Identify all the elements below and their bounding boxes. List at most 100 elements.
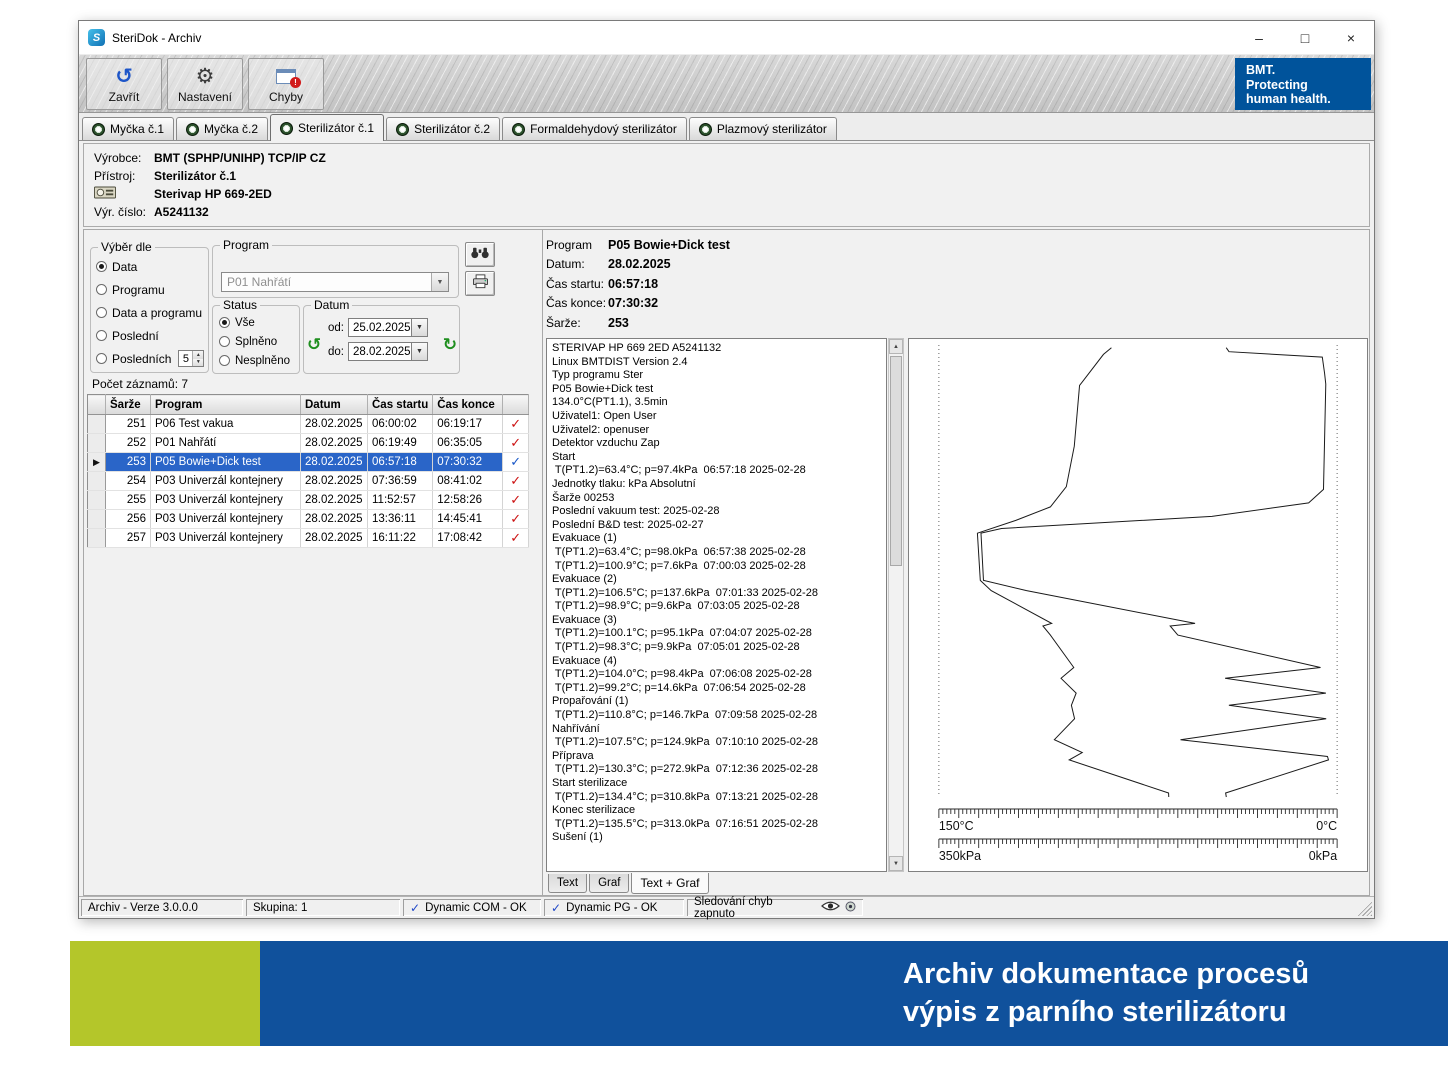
cell-datum: 28.02.2025 <box>301 453 368 472</box>
banner: Archiv dokumentace procesů výpis z parní… <box>70 941 1448 1046</box>
vyr-cislo-label: Výr. číslo: <box>94 205 154 219</box>
settings-button[interactable]: ⚙ Nastavení <box>167 58 243 110</box>
table-row-252[interactable]: 252P01 Nahřátí28.02.202506:19:4906:35:05… <box>88 434 529 453</box>
view-tab-text-graf[interactable]: Text + Graf <box>631 873 708 894</box>
device-tab-steriliz-tor-1[interactable]: Sterilizátor č.1 <box>270 114 384 141</box>
log-line: Evakuace (2) <box>552 573 886 587</box>
view-tab-graf[interactable]: Graf <box>589 874 629 893</box>
program-combobox[interactable]: P01 Nahřátí ▼ <box>221 272 449 292</box>
scroll-up-icon[interactable]: ▲ <box>889 339 903 354</box>
vyber-dle-legend: Výběr dle <box>98 240 155 254</box>
spin-down-icon[interactable]: ▼ <box>193 359 203 367</box>
device-tab-plazmov-steriliz-tor[interactable]: Plazmový sterilizátor <box>689 117 837 140</box>
status-text: Dynamic COM - OK <box>425 902 527 914</box>
device-tab-my-ka-1[interactable]: Myčka č.1 <box>82 117 174 140</box>
table-row-253[interactable]: ▶253P05 Bowie+Dick test28.02.202506:57:1… <box>88 453 529 472</box>
radio-vyber-posledn[interactable]: Poslední <box>96 326 205 345</box>
date-from-field[interactable]: 25.02.2025 ▼ <box>348 318 428 337</box>
radio-status-v-e[interactable]: Vše <box>219 314 297 331</box>
radio-vyber-programu[interactable]: Programu <box>96 280 205 299</box>
log-line: Konec sterilizace <box>552 804 886 818</box>
column-header-datum[interactable]: Datum <box>301 395 368 415</box>
column-header-as-konce[interactable]: Čas konce <box>433 395 503 415</box>
table-row-251[interactable]: 251P06 Test vakua28.02.202506:00:0206:19… <box>88 415 529 434</box>
table-row-256[interactable]: 256P03 Univerzál kontejnery28.02.202513:… <box>88 510 529 529</box>
radio-vyber-posledn-ch[interactable]: Posledních5▲▼ <box>96 349 205 368</box>
cell-konec: 06:35:05 <box>433 434 503 453</box>
date-back-refresh-icon[interactable]: ↺ <box>307 336 321 353</box>
chevron-down-icon[interactable]: ▼ <box>412 342 428 361</box>
table-row-255[interactable]: 255P03 Univerzál kontejnery28.02.202511:… <box>88 491 529 510</box>
chevron-down-icon[interactable]: ▼ <box>431 273 448 291</box>
vyber-dle-group: Výběr dle Data Programu Data a programu Pos… <box>90 240 209 373</box>
radio-status-spln-no[interactable]: Splněno <box>219 333 297 350</box>
poslednich-count-spinner[interactable]: 5▲▼ <box>178 350 204 367</box>
device-tab-formaldehydov-steriliz-tor[interactable]: Formaldehydový sterilizátor <box>502 117 687 140</box>
cell-start: 06:19:49 <box>368 434 433 453</box>
date-to-field[interactable]: 28.02.2025 ▼ <box>348 342 428 361</box>
gear-icon: ⚙ <box>196 64 215 88</box>
radio-label: Vše <box>235 317 255 329</box>
date-from-value[interactable]: 25.02.2025 <box>348 318 412 337</box>
view-tab-text[interactable]: Text <box>548 874 587 893</box>
log-line: Detektor vzduchu Zap <box>552 437 886 451</box>
info-panel: Výrobce: BMT (SPHP/UNIHP) TCP/IP CZ Přís… <box>83 143 1370 227</box>
row-marker <box>88 415 106 434</box>
search-button[interactable] <box>465 242 495 267</box>
cell-datum: 28.02.2025 <box>301 491 368 510</box>
device-tab-steriliz-tor-2[interactable]: Sterilizátor č.2 <box>386 117 500 140</box>
errors-button[interactable]: ! Chyby <box>248 58 324 110</box>
radio-vyber-data[interactable]: Data <box>96 257 205 276</box>
scrollbar-thumb[interactable] <box>890 356 902 566</box>
log-line: Poslední B&D test: 2025-02-27 <box>552 519 886 533</box>
cell-program: P01 Nahřátí <box>151 434 301 453</box>
error-window-icon: ! <box>276 64 296 88</box>
check-icon: ✓ <box>503 510 529 529</box>
scroll-down-icon[interactable]: ▼ <box>889 856 903 871</box>
column-header-as-startu[interactable]: Čas startu <box>368 395 433 415</box>
process-log[interactable]: STERIVAP HP 669 2ED A5241132Linux BMTDIS… <box>546 338 887 872</box>
vyber-dle-options: Data Programu Data a programu Poslední Posle… <box>96 257 205 368</box>
app-icon: S <box>88 29 105 46</box>
column-header-ar-e[interactable]: Šarže <box>106 395 151 415</box>
banner-line1: Archiv dokumentace procesů <box>903 955 1309 993</box>
cell-start: 06:57:18 <box>368 453 433 472</box>
cell-program: P03 Univerzál kontejnery <box>151 529 301 548</box>
table-row-257[interactable]: 257P03 Univerzál kontejnery28.02.202516:… <box>88 529 529 548</box>
print-button[interactable] <box>465 271 495 296</box>
device-tab-label: Formaldehydový sterilizátor <box>530 122 677 136</box>
log-line: T(PT1.2)=100.1°C; p=95.1kPa 07:04:07 202… <box>552 627 886 641</box>
radio-vyber-data-a-programu[interactable]: Data a programu <box>96 303 205 322</box>
close-button[interactable]: × <box>1328 21 1374 54</box>
cell-start: 06:00:02 <box>368 415 433 434</box>
vyr-cislo-value: A5241132 <box>154 205 209 219</box>
log-line: Nahřívání <box>552 723 886 737</box>
spin-up-icon[interactable]: ▲ <box>193 351 203 359</box>
maximize-button[interactable]: □ <box>1282 21 1328 54</box>
device-tab-label: Plazmový sterilizátor <box>717 122 827 136</box>
cell-datum: 28.02.2025 <box>301 510 368 529</box>
status-segment-dynamic-com-ok: ✓Dynamic COM - OK <box>403 899 541 916</box>
radio-status-nespln-no[interactable]: Nesplněno <box>219 352 297 369</box>
records-table: ŠaržeProgramDatumČas startuČas konce 251… <box>87 394 529 548</box>
device-icon <box>280 122 293 135</box>
log-scrollbar[interactable]: ▲ ▼ <box>888 338 904 872</box>
close-toolbar-button[interactable]: ↺ Zavřít <box>86 58 162 110</box>
panel-divider <box>542 230 543 895</box>
cell-start: 13:36:11 <box>368 510 433 529</box>
device-tab-my-ka-2[interactable]: Myčka č.2 <box>176 117 268 140</box>
detail-sarze-label: Šarže: <box>546 316 608 330</box>
check-icon: ✓ <box>551 901 561 915</box>
svg-text:0kPa: 0kPa <box>1309 849 1337 863</box>
view-tabs: TextGrafText + Graf <box>548 874 709 894</box>
column-header-program[interactable]: Program <box>151 395 301 415</box>
records-body: 251P06 Test vakua28.02.202506:00:0206:19… <box>88 415 529 548</box>
date-forward-refresh-icon[interactable]: ↻ <box>443 336 457 353</box>
table-row-254[interactable]: 254P03 Univerzál kontejnery28.02.202507:… <box>88 472 529 491</box>
titlebar: S SteriDok - Archiv – □ × <box>79 21 1374 55</box>
date-to-value[interactable]: 28.02.2025 <box>348 342 412 361</box>
row-marker <box>88 472 106 491</box>
minimize-button[interactable]: – <box>1236 21 1282 54</box>
binoculars-icon <box>470 246 490 264</box>
chevron-down-icon[interactable]: ▼ <box>412 318 428 337</box>
